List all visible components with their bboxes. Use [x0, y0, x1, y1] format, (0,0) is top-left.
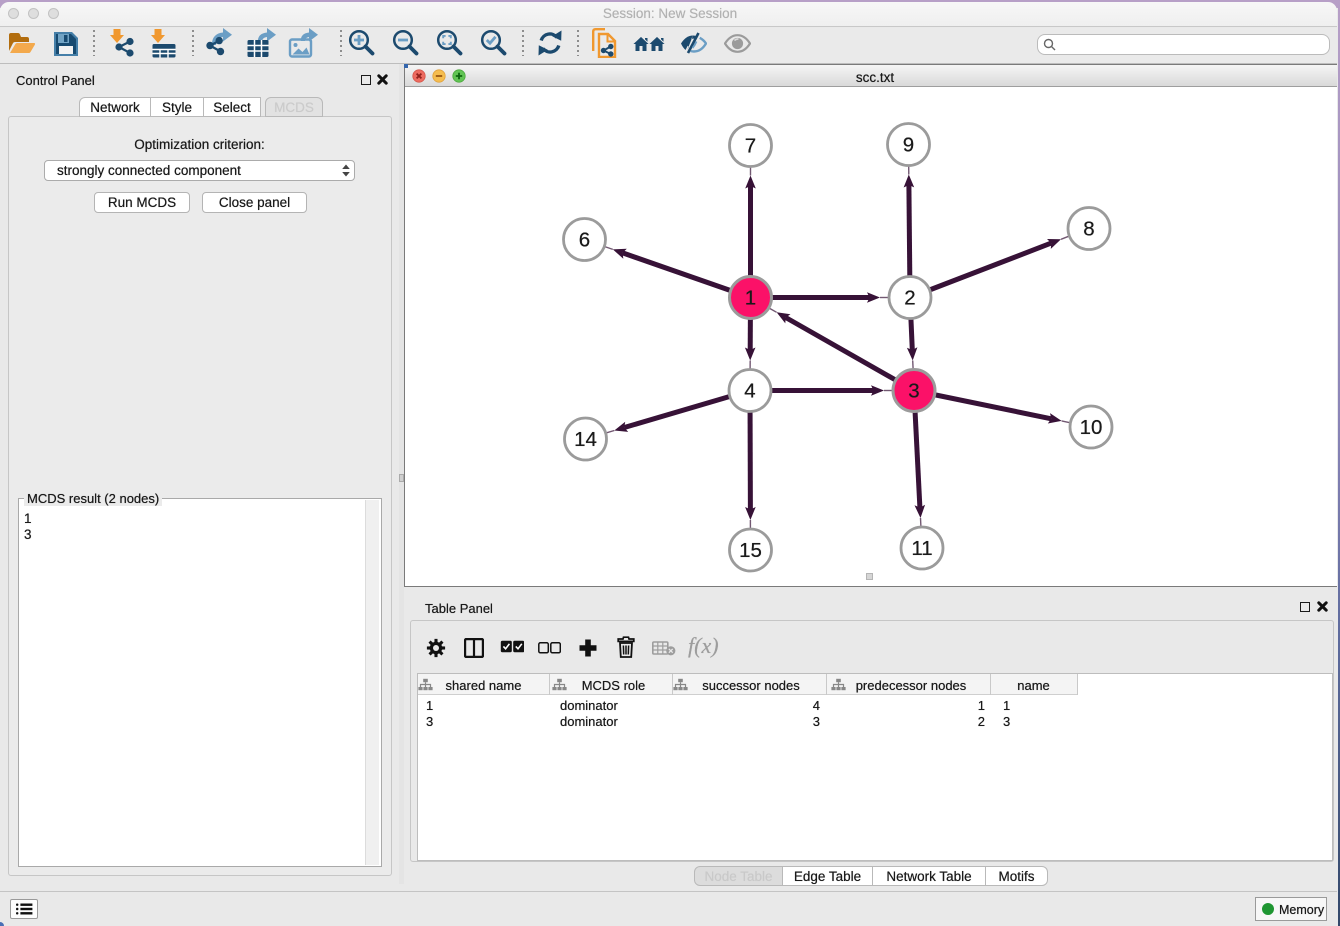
- svg-text:3: 3: [908, 380, 919, 403]
- svg-text:15: 15: [739, 539, 762, 562]
- svg-text:10: 10: [1080, 416, 1103, 439]
- svg-text:8: 8: [1083, 218, 1094, 241]
- svg-text:1: 1: [745, 287, 756, 310]
- svg-text:2: 2: [904, 287, 915, 310]
- svg-text:4: 4: [744, 380, 755, 403]
- svg-text:6: 6: [579, 229, 590, 252]
- svg-text:11: 11: [911, 537, 932, 560]
- svg-text:14: 14: [574, 428, 597, 451]
- svg-text:9: 9: [903, 134, 914, 157]
- svg-text:7: 7: [745, 135, 756, 158]
